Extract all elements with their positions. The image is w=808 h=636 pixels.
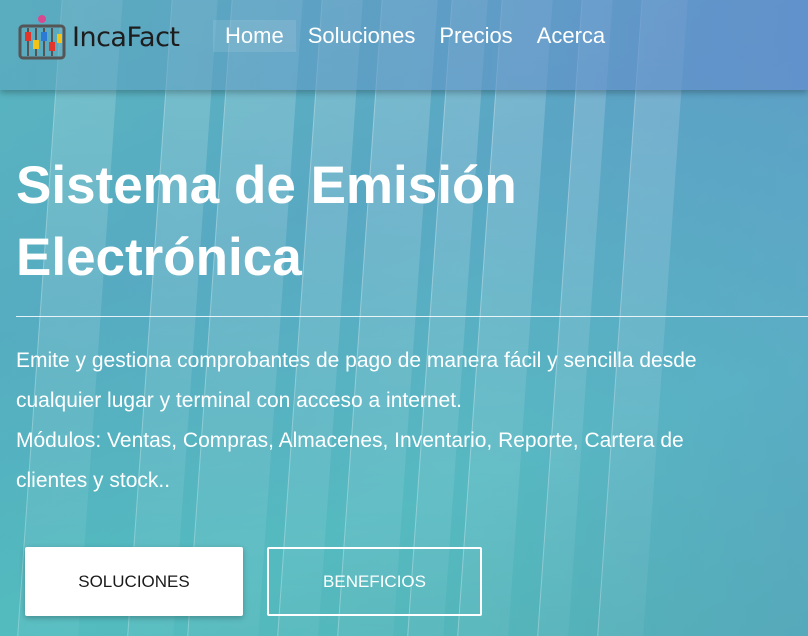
beneficios-button[interactable]: BENEFICIOS — [267, 547, 482, 616]
hero-desc-line-1: Emite y gestiona comprobantes de pago de… — [16, 349, 697, 372]
nav-link-precios[interactable]: Precios — [427, 20, 524, 52]
hero-title: Sistema de Emisión Electrónica — [16, 150, 616, 294]
hero-divider — [16, 316, 808, 317]
hero-desc-line-2: cualquier lugar y terminal con acceso a … — [16, 389, 462, 412]
nav-link-acerca[interactable]: Acerca — [525, 20, 617, 52]
hero-section: IncaFact Home Soluciones Precios Acerca … — [0, 0, 808, 636]
hero-title-line-2: Electrónica — [16, 228, 302, 287]
hero-title-line-1: Sistema de Emisión — [16, 156, 517, 215]
top-navbar: IncaFact Home Soluciones Precios Acerca — [0, 0, 808, 90]
hero-desc-line-4: clientes y stock.. — [16, 469, 171, 492]
abacus-icon — [18, 15, 66, 60]
glass-building-background — [0, 0, 808, 636]
brand-link[interactable]: IncaFact — [16, 12, 180, 62]
brand-name: IncaFact — [72, 21, 180, 53]
nav-link-home[interactable]: Home — [213, 20, 296, 52]
nav-link-soluciones[interactable]: Soluciones — [296, 20, 428, 52]
nav-menu: Home Soluciones Precios Acerca — [213, 20, 617, 52]
hero-description: Emite y gestiona comprobantes de pago de… — [16, 341, 796, 501]
hero-desc-line-3: Módulos: Ventas, Compras, Almacenes, Inv… — [16, 429, 684, 452]
soluciones-button[interactable]: SOLUCIONES — [25, 547, 243, 616]
